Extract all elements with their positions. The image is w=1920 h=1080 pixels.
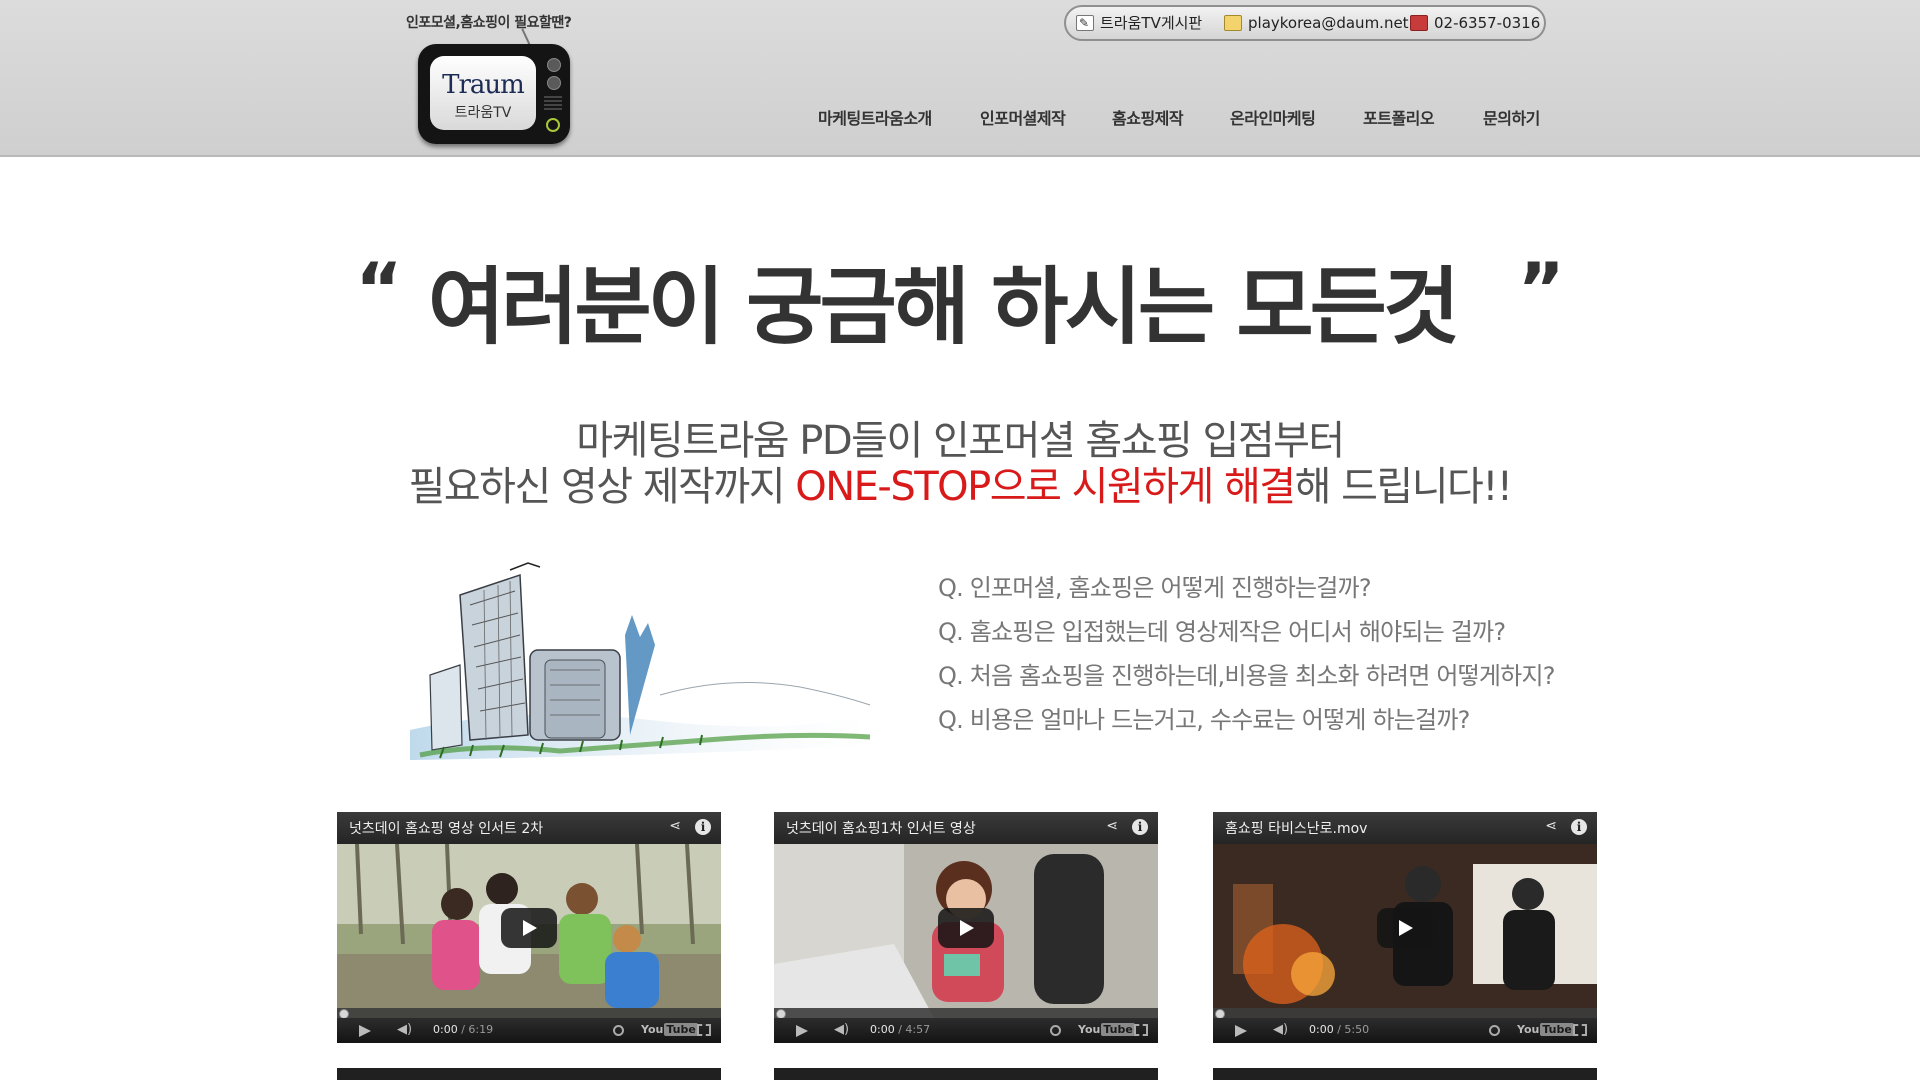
phone-icon bbox=[1410, 15, 1428, 31]
video-title-bar: 넛츠데이 홈쇼핑1차 인서트 영상 ⋖ i bbox=[774, 812, 1158, 844]
question-item: Q. 인포머셜, 홈쇼핑은 어떻게 진행하는걸까? bbox=[938, 574, 1372, 602]
play-icon[interactable] bbox=[359, 1025, 371, 1037]
tagline: 인포모셜,홈쇼핑이 필요할땐? bbox=[406, 15, 572, 31]
duration: / 4:57 bbox=[898, 1023, 931, 1036]
nav-item-about[interactable]: 마케팅트라움소개 bbox=[818, 105, 932, 129]
time-display: 0:00 / 6:19 bbox=[433, 1023, 493, 1036]
nav-item-homeshopping[interactable]: 홈쇼핑제작 bbox=[1112, 105, 1184, 129]
share-icon[interactable]: ⋖ bbox=[669, 818, 681, 834]
info-icon[interactable]: i bbox=[695, 819, 711, 835]
video-title-bar: 홈쇼핑 타비스난로.mov ⋖ i bbox=[1213, 812, 1597, 844]
play-button[interactable] bbox=[1377, 908, 1433, 948]
info-icon[interactable]: i bbox=[1571, 819, 1587, 835]
question-item: Q. 홈쇼핑은 입접했는데 영상제작은 어디서 해야되는 걸까? bbox=[938, 618, 1506, 646]
play-button[interactable] bbox=[501, 908, 557, 948]
volume-icon[interactable]: ◀) bbox=[834, 1022, 849, 1037]
nav-item-online-marketing[interactable]: 온라인마케팅 bbox=[1230, 105, 1316, 129]
youtube-logo-icon[interactable]: You Tube bbox=[1078, 1023, 1135, 1036]
video-controls: ◀) 0:00 / 4:57 You Tube bbox=[774, 1018, 1158, 1043]
video-controls: ◀) 0:00 / 5:50 You Tube bbox=[1213, 1018, 1597, 1043]
question-item: Q. 처음 홈쇼핑을 진행하는데,비용을 최소화 하려면 어떻게하지? bbox=[938, 662, 1555, 690]
email-link[interactable]: playkorea@daum.net bbox=[1224, 7, 1409, 39]
quote-open: “ bbox=[355, 247, 403, 331]
play-icon[interactable] bbox=[796, 1025, 808, 1037]
watch-later-icon[interactable] bbox=[613, 1025, 624, 1036]
video-player[interactable]: 홈쇼핑 타비스난로.mov ⋖ i ◀) 0:00 / 5:50 You Tube bbox=[1213, 812, 1597, 1043]
time-display: 0:00 / 5:50 bbox=[1309, 1023, 1369, 1036]
video-player-next-row[interactable] bbox=[337, 1068, 721, 1080]
contact-bar: 트라움TV게시판 playkorea@daum.net 02-6357-0316 bbox=[1064, 5, 1546, 41]
youtube-logo-icon[interactable]: You Tube bbox=[641, 1023, 698, 1036]
video-player-next-row[interactable] bbox=[774, 1068, 1158, 1080]
video-player[interactable]: 넛츠데이 홈쇼핑 영상 인서트 2차 ⋖ i ◀) 0:00 / 6:19 Yo… bbox=[337, 812, 721, 1043]
duration: / 5:50 bbox=[1337, 1023, 1370, 1036]
knob-icon bbox=[547, 58, 561, 72]
youtube-logo-icon[interactable]: You Tube bbox=[1517, 1023, 1574, 1036]
play-button[interactable] bbox=[938, 908, 994, 948]
progress-bar[interactable] bbox=[774, 1008, 1158, 1018]
phone-link[interactable]: 02-6357-0316 bbox=[1410, 7, 1540, 39]
video-player[interactable]: 넛츠데이 홈쇼핑1차 인서트 영상 ⋖ i ◀) 0:00 / 4:57 You… bbox=[774, 812, 1158, 1043]
logo-subtext: 트라움TV bbox=[454, 105, 512, 121]
video-controls: ◀) 0:00 / 6:19 You Tube bbox=[337, 1018, 721, 1043]
logo-text: Traum bbox=[442, 70, 525, 100]
video-title[interactable]: 넛츠데이 홈쇼핑1차 인서트 영상 bbox=[786, 818, 976, 838]
nav-item-portfolio[interactable]: 포트폴리오 bbox=[1363, 105, 1435, 129]
progress-bar[interactable] bbox=[1213, 1008, 1597, 1018]
site-header: 인포모셜,홈쇼핑이 필요할땐? Traum 트라움TV 트라움TV게시판 pla… bbox=[0, 0, 1920, 157]
current-time: 0:00 bbox=[433, 1023, 458, 1036]
video-title[interactable]: 넛츠데이 홈쇼핑 영상 인서트 2차 bbox=[349, 818, 543, 838]
question-item: Q. 비용은 얼마나 드는거고, 수수료는 어떻게 하는걸까? bbox=[938, 706, 1470, 734]
progress-bar[interactable] bbox=[337, 1008, 721, 1018]
volume-icon[interactable]: ◀) bbox=[397, 1022, 412, 1037]
fullscreen-icon[interactable] bbox=[1134, 1024, 1148, 1036]
play-icon[interactable] bbox=[1235, 1025, 1247, 1037]
speaker-grille-icon bbox=[544, 96, 562, 110]
nav-item-infomercial[interactable]: 인포머셜제작 bbox=[980, 105, 1066, 129]
volume-icon[interactable]: ◀) bbox=[1273, 1022, 1288, 1037]
fullscreen-icon[interactable] bbox=[697, 1024, 711, 1036]
subtitle-part-a: 필요하신 영상 제작까지 bbox=[408, 464, 796, 510]
logo[interactable]: Traum 트라움TV bbox=[418, 44, 570, 144]
share-icon[interactable]: ⋖ bbox=[1106, 818, 1118, 834]
fullscreen-icon[interactable] bbox=[1573, 1024, 1587, 1036]
current-time: 0:00 bbox=[870, 1023, 895, 1036]
video-title[interactable]: 홈쇼핑 타비스난로.mov bbox=[1225, 818, 1367, 838]
duration: / 6:19 bbox=[461, 1023, 494, 1036]
hero-headline: “ 여러분이 궁금해 하시는 모든것 ” bbox=[0, 240, 1920, 361]
phone-label: 02-6357-0316 bbox=[1434, 14, 1541, 32]
watch-later-icon[interactable] bbox=[1489, 1025, 1500, 1036]
info-icon[interactable]: i bbox=[1132, 819, 1148, 835]
watch-later-icon[interactable] bbox=[1050, 1025, 1061, 1036]
knob-icon bbox=[547, 76, 561, 90]
subtitle-highlight: ONE-STOP으로 시원하게 해결 bbox=[795, 464, 1296, 510]
hero-subtitle-line2: 필요하신 영상 제작까지 ONE-STOP으로 시원하게 해결해 드립니다!! bbox=[0, 454, 1920, 512]
quote-close: ” bbox=[1517, 247, 1565, 331]
board-link-label: 트라움TV게시판 bbox=[1100, 14, 1203, 32]
share-icon[interactable]: ⋖ bbox=[1545, 818, 1557, 834]
subtitle-part-b: 해 드립니다!! bbox=[1294, 464, 1513, 510]
time-display: 0:00 / 4:57 bbox=[870, 1023, 930, 1036]
logo-screen: Traum 트라움TV bbox=[430, 56, 536, 130]
nav-item-contact[interactable]: 문의하기 bbox=[1483, 105, 1540, 129]
headline-text: 여러분이 궁금해 하시는 모든것 bbox=[427, 258, 1460, 356]
email-label: playkorea@daum.net bbox=[1248, 14, 1409, 32]
video-player-next-row[interactable] bbox=[1213, 1068, 1597, 1080]
power-icon bbox=[546, 118, 560, 132]
building-sketch-illustration bbox=[410, 562, 871, 760]
board-icon bbox=[1076, 7, 1094, 39]
current-time: 0:00 bbox=[1309, 1023, 1334, 1036]
mail-icon bbox=[1224, 15, 1242, 31]
board-link[interactable]: 트라움TV게시판 bbox=[1076, 7, 1202, 39]
video-title-bar: 넛츠데이 홈쇼핑 영상 인서트 2차 ⋖ i bbox=[337, 812, 721, 844]
